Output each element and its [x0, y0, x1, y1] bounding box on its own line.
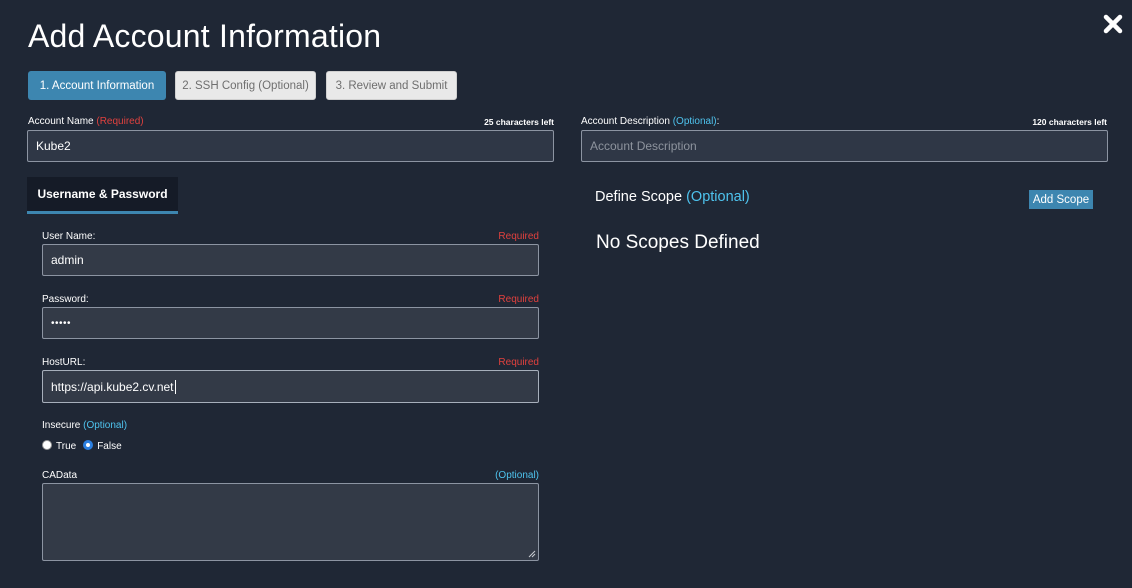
define-scope-optional: (Optional): [686, 189, 750, 205]
hosturl-label: HostURL:: [42, 357, 86, 368]
password-label: Password:: [42, 294, 89, 305]
username-required: Required: [498, 231, 539, 242]
close-icon[interactable]: [1101, 12, 1125, 36]
insecure-radio-group: True False: [42, 437, 122, 452]
step-review-submit[interactable]: 3. Review and Submit: [326, 71, 457, 100]
account-name-value: Kube2: [36, 139, 71, 153]
account-name-input[interactable]: Kube2: [27, 130, 554, 162]
radio-true[interactable]: [42, 439, 52, 450]
account-name-label: Account Name (Required): [28, 116, 144, 127]
resize-handle-icon[interactable]: [528, 550, 536, 558]
dialog-title: Add Account Information: [28, 18, 382, 54]
password-input[interactable]: •••••: [42, 307, 539, 339]
radio-false-label[interactable]: False: [97, 441, 121, 452]
define-scope-title-text: Define Scope: [595, 189, 683, 205]
username-value: admin: [51, 253, 84, 267]
insecure-label-text: Insecure: [42, 420, 81, 431]
hosturl-required: Required: [498, 357, 539, 368]
username-label: User Name:: [42, 231, 96, 242]
cadata-textarea[interactable]: [42, 483, 539, 561]
insecure-label: Insecure (Optional): [42, 420, 127, 431]
account-description-placeholder: Account Description: [590, 139, 697, 153]
password-required: Required: [498, 294, 539, 305]
define-scope-title: Define Scope (Optional): [595, 189, 750, 205]
no-scopes-message: No Scopes Defined: [596, 232, 760, 253]
account-description-colon: :: [716, 116, 720, 127]
username-input[interactable]: admin: [42, 244, 539, 276]
account-description-input[interactable]: Account Description: [581, 130, 1108, 162]
text-cursor: [174, 379, 176, 394]
hosturl-input[interactable]: https://api.kube2.cv.net: [42, 370, 539, 403]
password-value: •••••: [51, 317, 72, 329]
account-name-required: (Required): [96, 116, 144, 127]
cadata-label: CAData: [42, 470, 78, 481]
account-description-optional: (Optional): [672, 116, 717, 127]
step-ssh-config[interactable]: 2. SSH Config (Optional): [175, 71, 316, 100]
account-description-char-count: 120 characters left: [1032, 117, 1107, 127]
account-name-char-count: 25 characters left: [484, 117, 554, 127]
account-description-label-text: Account Description: [581, 116, 670, 127]
account-description-label: Account Description (Optional):: [581, 116, 719, 127]
radio-true-label[interactable]: True: [56, 441, 76, 452]
add-scope-button[interactable]: Add Scope: [1029, 190, 1093, 209]
hosturl-value: https://api.kube2.cv.net: [51, 379, 174, 394]
account-name-label-text: Account Name: [28, 116, 94, 127]
step-account-information[interactable]: 1. Account Information: [28, 71, 166, 100]
cadata-optional: (Optional): [495, 470, 539, 481]
radio-false[interactable]: [83, 439, 94, 450]
insecure-optional: (Optional): [83, 420, 128, 431]
tab-username-password[interactable]: Username & Password: [27, 177, 178, 214]
